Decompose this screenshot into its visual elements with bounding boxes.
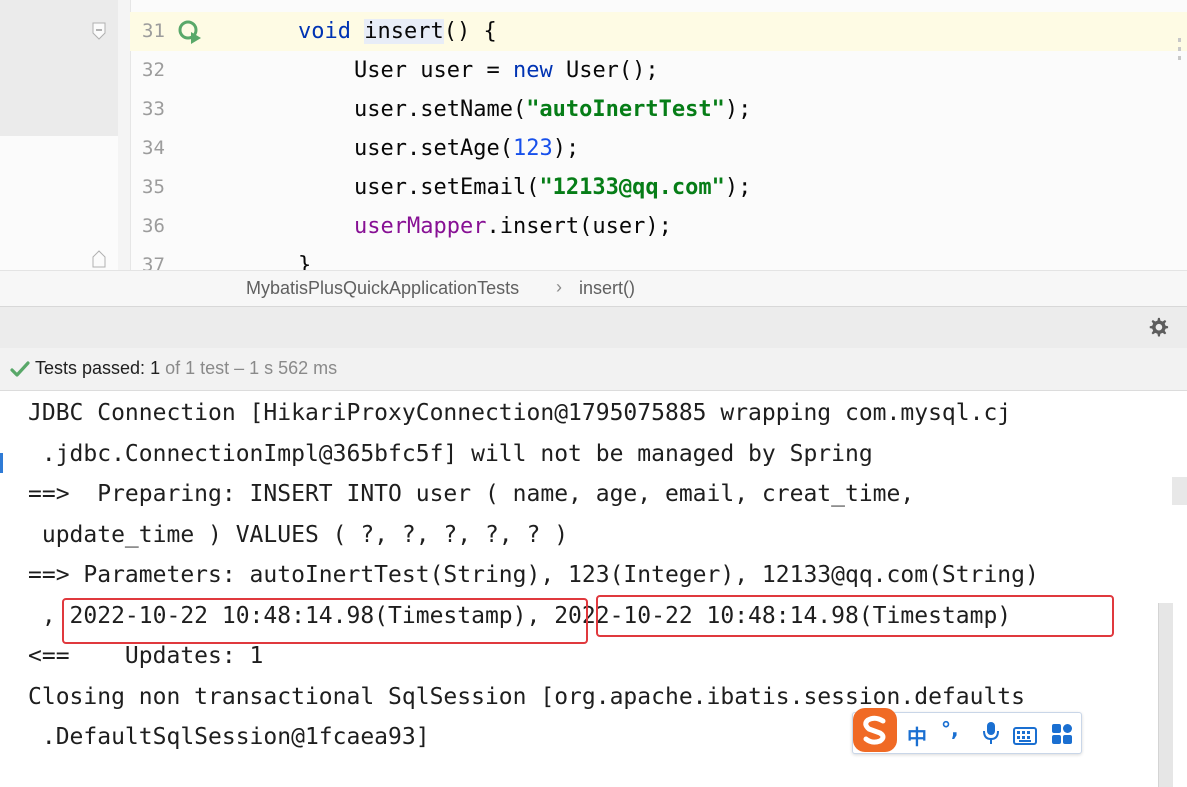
code-text: User user = new User(); xyxy=(354,58,659,83)
console-line: ==> Parameters: autoInertTest(String), 1… xyxy=(28,562,1039,588)
line-number: 35 xyxy=(142,176,165,198)
code-text: user.setEmail("12133@qq.com"); xyxy=(354,175,752,200)
line-number: 37 xyxy=(142,254,165,270)
console-line: .jdbc.ConnectionImpl@365bfc5f] will not … xyxy=(28,441,873,467)
code-text: void insert() { xyxy=(298,19,497,44)
console-line: ==> Preparing: INSERT INTO user ( name, … xyxy=(28,481,915,507)
line-number: 36 xyxy=(142,215,165,237)
code-text: user.setAge(123); xyxy=(354,136,580,161)
code-text: userMapper.insert(user); xyxy=(354,214,672,239)
editor-left-strip xyxy=(0,0,118,136)
line-number: 34 xyxy=(142,137,165,159)
run-toolwindow-header xyxy=(0,306,1187,349)
code-line-36[interactable]: 36 userMapper.insert(user); xyxy=(130,207,1187,246)
ime-lang-toggle[interactable]: 中 xyxy=(907,721,927,749)
microphone-icon[interactable] xyxy=(981,721,1001,745)
console-line: .DefaultSqlSession@1fcaea93] xyxy=(28,724,430,750)
breadcrumb-separator: › xyxy=(556,277,562,297)
run-test-icon[interactable] xyxy=(178,20,202,44)
line-number: 31 xyxy=(142,20,165,42)
code-line-37[interactable]: 37 } xyxy=(130,246,1187,270)
code-line-34[interactable]: 34 user.setAge(123); xyxy=(130,129,1187,168)
timestamp-highlight-box xyxy=(596,595,1114,637)
test-status-bar: Tests passed: 1 of 1 test – 1 s 562 ms xyxy=(0,348,1187,390)
code-line-33[interactable]: 33 user.setName("autoInertTest"); xyxy=(130,90,1187,129)
console-side-bar xyxy=(1172,477,1187,505)
code-text: user.setName("autoInertTest"); xyxy=(354,97,752,122)
breadcrumb: MybatisPlusQuickApplicationTests › inser… xyxy=(0,270,1187,307)
gear-icon[interactable] xyxy=(1147,316,1169,338)
code-line-32[interactable]: 32 User user = new User(); xyxy=(130,51,1187,90)
toolbox-icon[interactable] xyxy=(1051,722,1073,746)
line-number: 32 xyxy=(142,59,165,81)
console-scrollbar[interactable] xyxy=(1158,603,1173,787)
code-line-35[interactable]: 35 user.setEmail("12133@qq.com"); xyxy=(130,168,1187,207)
line-number: 33 xyxy=(142,98,165,120)
code-line-31[interactable]: 31 void insert() { xyxy=(130,12,1187,51)
editor-scroll-marks-icon xyxy=(1178,38,1181,60)
breadcrumb-class[interactable]: MybatisPlusQuickApplicationTests xyxy=(246,278,519,299)
check-icon xyxy=(10,361,30,377)
console-left-marker xyxy=(0,453,3,473)
code-editor[interactable]: 31 void insert() { 32 User user = new Us… xyxy=(0,0,1187,270)
fold-marker-icon[interactable] xyxy=(92,22,106,40)
console-line: JDBC Connection [HikariProxyConnection@1… xyxy=(28,400,1012,426)
breadcrumb-method[interactable]: insert() xyxy=(579,278,635,299)
sogou-logo-icon[interactable] xyxy=(852,707,898,753)
code-text: } xyxy=(298,253,312,270)
console-line: update_time ) VALUES ( ?, ?, ?, ?, ? ) xyxy=(28,522,569,548)
ime-punct-toggle[interactable]: °, xyxy=(941,717,959,741)
fold-end-marker-icon[interactable] xyxy=(92,250,106,268)
keyboard-icon[interactable] xyxy=(1013,724,1037,748)
test-status-text: Tests passed: 1 of 1 test – 1 s 562 ms xyxy=(35,358,338,378)
timestamp-highlight-box xyxy=(62,598,588,644)
